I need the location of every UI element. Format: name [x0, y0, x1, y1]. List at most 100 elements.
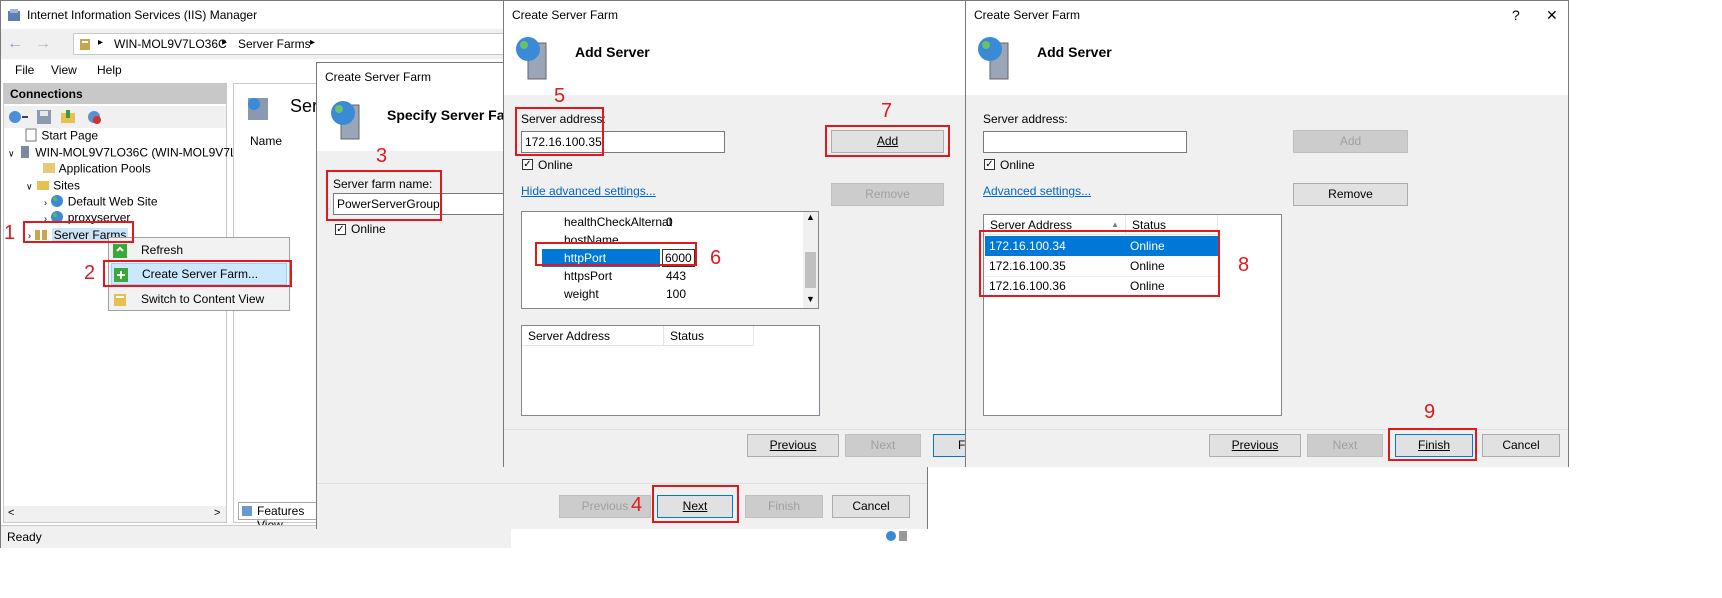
connections-header: Connections — [4, 84, 226, 104]
server-icon — [18, 145, 32, 162]
tree-start-page[interactable]: Start Page — [24, 128, 98, 145]
dialog2-online-checkbox[interactable]: ✓ — [522, 159, 533, 170]
globe-icon — [50, 194, 64, 211]
dialog3-heading: Add Server — [1037, 44, 1112, 60]
dialog2-col-address[interactable]: Server Address — [522, 326, 664, 346]
close-icon[interactable]: ✕ — [1546, 7, 1558, 24]
dialog3-address-input[interactable] — [983, 131, 1187, 153]
content-name-column[interactable]: Name — [250, 134, 282, 148]
dialog2-server-list[interactable]: Server Address Status — [521, 325, 820, 416]
scroll-up-icon[interactable]: ▲ — [806, 212, 815, 222]
dialog3-online-checkbox[interactable]: ✓ — [984, 159, 995, 170]
dialog3-add-button[interactable]: Add — [1293, 130, 1408, 153]
connect-icon[interactable] — [8, 109, 30, 128]
annotation-box-9 — [1388, 428, 1477, 461]
dialog3-remove-button[interactable]: Remove — [1293, 183, 1408, 206]
dialog2-remove-button[interactable]: Remove — [831, 183, 944, 206]
dialog1-title: Create Server Farm — [325, 70, 432, 84]
hide-advanced-settings-link[interactable]: Hide advanced settings... — [521, 184, 656, 198]
breadcrumb-server-farms[interactable]: Server Farms — [238, 37, 311, 51]
tree-app-pools[interactable]: Application Pools — [42, 161, 151, 178]
property-row[interactable]: httpsPort 443 — [522, 267, 802, 285]
chevron-down-icon[interactable]: ∨ — [26, 182, 33, 192]
dialog2-col-status[interactable]: Status — [664, 326, 754, 346]
scroll-thumb[interactable] — [805, 252, 816, 288]
back-arrow-icon[interactable]: ← — [7, 35, 27, 53]
dialog1-cancel-button[interactable]: Cancel — [832, 495, 910, 518]
annotation-box-5 — [515, 107, 604, 156]
breadcrumb-separator: ▸ — [310, 37, 316, 48]
tree-server[interactable]: ∨ WIN-MOL9V7LO36C (WIN-MOL9V7LC — [8, 145, 245, 162]
up-folder-icon[interactable] — [60, 109, 76, 128]
server-node-icon — [78, 37, 92, 54]
connections-hscroll[interactable]: < > — [4, 506, 226, 522]
dialog1-online-checkbox[interactable]: ✓ — [335, 224, 346, 235]
menu-view[interactable]: View — [51, 63, 77, 77]
dialog1-online-label: Online — [351, 222, 386, 236]
help-button[interactable]: ? — [1512, 7, 1520, 23]
property-row[interactable]: healthCheckAlternat 0 — [522, 213, 802, 231]
menu-help[interactable]: Help — [97, 63, 122, 77]
start-page-icon — [24, 128, 38, 145]
dialog3-next-button[interactable]: Next — [1307, 434, 1383, 457]
status-text: Ready — [7, 530, 42, 544]
chevron-right-icon[interactable]: › — [44, 198, 47, 208]
scroll-down-icon[interactable]: ▼ — [806, 294, 815, 304]
annotation-box-6 — [535, 242, 697, 266]
annotation-number-1: 1 — [4, 222, 16, 244]
dialog-add-server-advanced: Create Server Farm Add Server Server add… — [503, 0, 973, 467]
menu-item-switch-content-view[interactable]: Switch to Content View — [109, 288, 289, 310]
dialog2-previous-button[interactable]: Previous — [747, 434, 839, 457]
dialog1-finish-button[interactable]: Finish — [745, 495, 823, 518]
annotation-box-4 — [652, 485, 739, 523]
annotation-box-1 — [23, 221, 134, 243]
dialog2-online-label: Online — [538, 158, 573, 172]
breadcrumb-separator: ▸ — [222, 37, 228, 48]
dialog2-heading: Add Server — [575, 44, 650, 60]
dialog2-title: Create Server Farm — [512, 8, 619, 22]
dialog3-online-label: Online — [1000, 158, 1035, 172]
dialog2-titlebar: Create Server Farm — [504, 1, 967, 29]
chevron-down-icon[interactable]: ∨ — [8, 149, 15, 159]
dialog2-next-button[interactable]: Next — [845, 434, 921, 457]
iis-title: Internet Information Services (IIS) Mana… — [27, 8, 258, 22]
annotation-number-4: 4 — [631, 494, 643, 516]
add-server-wizard-icon — [512, 33, 552, 84]
breadcrumb-server[interactable]: WIN-MOL9V7LO36C — [114, 37, 227, 51]
annotation-number-3: 3 — [376, 145, 388, 167]
nav-bar: ← → ▸ WIN-MOL9V7LO36C ▸ Server Farms ▸ — [1, 29, 511, 59]
properties-vscroll[interactable]: ▲ ▼ — [803, 212, 818, 308]
advanced-settings-link[interactable]: Advanced settings... — [983, 184, 1091, 198]
annotation-box-3 — [326, 170, 442, 221]
disconnect-icon[interactable] — [86, 109, 102, 128]
address-bar[interactable]: ▸ WIN-MOL9V7LO36C ▸ Server Farms ▸ — [73, 33, 511, 55]
dialog3-cancel-button[interactable]: Cancel — [1482, 434, 1560, 457]
iis-app-icon — [7, 8, 21, 22]
menu-item-refresh[interactable]: Refresh — [109, 239, 289, 261]
menu-file[interactable]: File — [15, 63, 34, 77]
save-icon[interactable] — [36, 109, 52, 128]
dialog3-address-label: Server address: — [983, 112, 1068, 126]
annotation-number-5: 5 — [554, 85, 566, 107]
annotation-number-6: 6 — [710, 247, 722, 269]
dialog3-previous-button[interactable]: Previous — [1209, 434, 1301, 457]
dialog3-header: Add Server — [966, 29, 1568, 95]
annotation-number-8: 8 — [1238, 254, 1250, 276]
scroll-right-icon[interactable]: > — [214, 507, 220, 519]
content-server-farm-icon — [244, 94, 272, 125]
resize-grip-icon[interactable] — [885, 529, 909, 546]
content-view-icon — [113, 292, 127, 314]
scroll-left-icon[interactable]: < — [8, 507, 14, 519]
annotation-number-9: 9 — [1424, 401, 1436, 423]
tree-default-site[interactable]: › Default Web Site — [44, 194, 158, 211]
tree-sites[interactable]: ∨ Sites — [26, 178, 80, 195]
app-pools-icon — [42, 161, 56, 178]
features-view-tab[interactable]: Features View — [238, 502, 328, 532]
dialog2-header: Add Server — [504, 29, 967, 95]
property-row[interactable]: weight 100 — [522, 285, 802, 303]
sites-folder-icon — [36, 178, 50, 195]
annotation-box-8 — [979, 230, 1220, 297]
server-farm-wizard-icon — [327, 97, 367, 144]
iis-titlebar: Internet Information Services (IIS) Mana… — [1, 1, 511, 29]
forward-arrow-icon[interactable]: → — [35, 35, 55, 53]
